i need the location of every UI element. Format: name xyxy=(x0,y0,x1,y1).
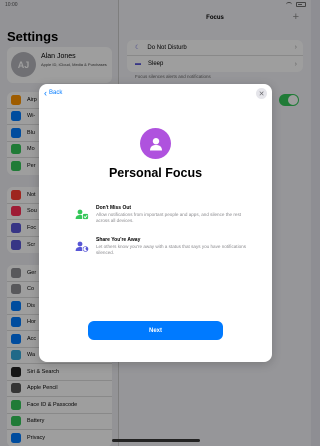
personal-focus-modal: ‹ Back ✕ Personal Focus Don't Miss Out A… xyxy=(39,84,272,362)
sidebar-item-label: Airp xyxy=(27,96,37,103)
back-label: Back xyxy=(49,90,63,96)
sidebar-item-label: Dis xyxy=(27,302,35,309)
chevron-left-icon: ‹ xyxy=(44,88,47,98)
feature-title: Don't Miss Out xyxy=(96,205,132,211)
sidebar-item[interactable]: Apple Pencil xyxy=(7,381,112,397)
people-apps-icon xyxy=(75,209,89,220)
sidebar-item-label: Siri & Search xyxy=(27,368,60,375)
profile-card[interactable]: AJ Alan Jones Apple ID, iCloud, Media & … xyxy=(7,47,112,83)
sidebar-item[interactable]: Battery xyxy=(7,414,112,430)
sidebar-item-label: Wa xyxy=(27,352,36,359)
focus-item-sleep[interactable]: ▬ Sleep › xyxy=(127,56,303,72)
general-gear-icon xyxy=(11,267,21,278)
home-screen-icon xyxy=(11,317,21,328)
sidebar-item-label: Per xyxy=(27,163,36,170)
sidebar-item[interactable]: Privacy xyxy=(7,430,112,446)
close-icon: ✕ xyxy=(258,90,265,98)
status-time: 10:00 xyxy=(5,2,18,8)
sidebar-item-label: Acc xyxy=(27,335,37,342)
screen-time-icon xyxy=(11,239,21,250)
face-id-icon xyxy=(11,399,21,410)
sidebar-item-label: Ger xyxy=(27,269,37,276)
wifi-icon xyxy=(286,2,292,7)
person-icon xyxy=(140,128,171,159)
wifi-icon xyxy=(11,111,21,122)
airplane-icon xyxy=(11,94,21,105)
chevron-right-icon: › xyxy=(294,44,297,51)
focus-moon-icon xyxy=(11,222,21,233)
home-indicator[interactable] xyxy=(111,439,200,442)
sidebar-item-label: Wi- xyxy=(27,113,36,120)
sidebar-item-label: Blu xyxy=(27,129,35,136)
pencil-icon xyxy=(11,383,21,394)
feature-description: Allow notifications from important peopl… xyxy=(96,212,242,223)
sidebar-item-label: Battery xyxy=(27,418,45,425)
focus-item-label: Do Not Disturb xyxy=(147,44,187,51)
share-focus-toggle[interactable] xyxy=(279,94,299,106)
status-bar: 10:00 xyxy=(0,0,311,9)
focus-list: ☾ Do Not Disturb › ▬ Sleep › xyxy=(127,40,303,72)
battery-icon xyxy=(11,416,21,427)
privacy-hand-icon xyxy=(11,433,21,444)
sidebar-item-label: Mo xyxy=(27,146,35,153)
wallpaper-icon xyxy=(11,350,21,361)
sidebar-item-label: Co xyxy=(27,286,35,293)
mobile-data-icon xyxy=(11,144,21,155)
accessibility-icon xyxy=(11,333,21,344)
next-button[interactable]: Next xyxy=(88,321,223,340)
feature-description: Let others know you're away with a statu… xyxy=(96,244,246,255)
close-button[interactable]: ✕ xyxy=(256,88,267,99)
focus-panel-title: Focus xyxy=(206,15,224,21)
feature-title: Share You're Away xyxy=(96,237,141,243)
sidebar-item-label: Not xyxy=(27,191,36,198)
profile-subtitle: Apple ID, iCloud, Media & Purchases xyxy=(41,62,107,67)
siri-icon xyxy=(11,366,21,377)
focus-item-do-not-disturb[interactable]: ☾ Do Not Disturb › xyxy=(127,40,303,56)
sidebar-item-label: Privacy xyxy=(27,435,46,442)
sidebar-item-label: Sou xyxy=(27,208,37,215)
focus-note: Focus silences alerts and notifications xyxy=(135,74,211,79)
sidebar-item-label: Face ID & Passcode xyxy=(27,401,78,408)
share-status-icon xyxy=(75,241,89,253)
sidebar-item-label: Hor xyxy=(27,319,36,326)
notifications-icon xyxy=(11,189,21,200)
battery-icon xyxy=(296,2,306,7)
settings-title: Settings xyxy=(7,29,59,44)
bed-icon: ▬ xyxy=(135,61,141,67)
hotspot-icon xyxy=(11,161,21,172)
sounds-icon xyxy=(11,206,21,217)
avatar: AJ xyxy=(11,52,36,77)
chevron-right-icon: › xyxy=(294,60,297,68)
back-button[interactable]: ‹ Back xyxy=(44,88,63,98)
add-focus-icon[interactable]: + xyxy=(293,11,299,23)
bluetooth-icon xyxy=(11,127,21,138)
sidebar-item[interactable]: Siri & Search xyxy=(7,364,112,381)
modal-title: Personal Focus xyxy=(108,166,203,180)
display-icon xyxy=(11,300,21,311)
sidebar-item-label: Foc xyxy=(27,224,37,231)
focus-item-label: Sleep xyxy=(148,61,164,67)
moon-icon: ☾ xyxy=(135,45,141,51)
control-centre-icon xyxy=(11,284,21,295)
profile-name: Alan Jones xyxy=(41,53,76,60)
sidebar-item[interactable]: Face ID & Passcode xyxy=(7,397,112,414)
sidebar-item-label: Scr xyxy=(27,241,36,248)
sidebar-item-label: Apple Pencil xyxy=(27,385,58,392)
